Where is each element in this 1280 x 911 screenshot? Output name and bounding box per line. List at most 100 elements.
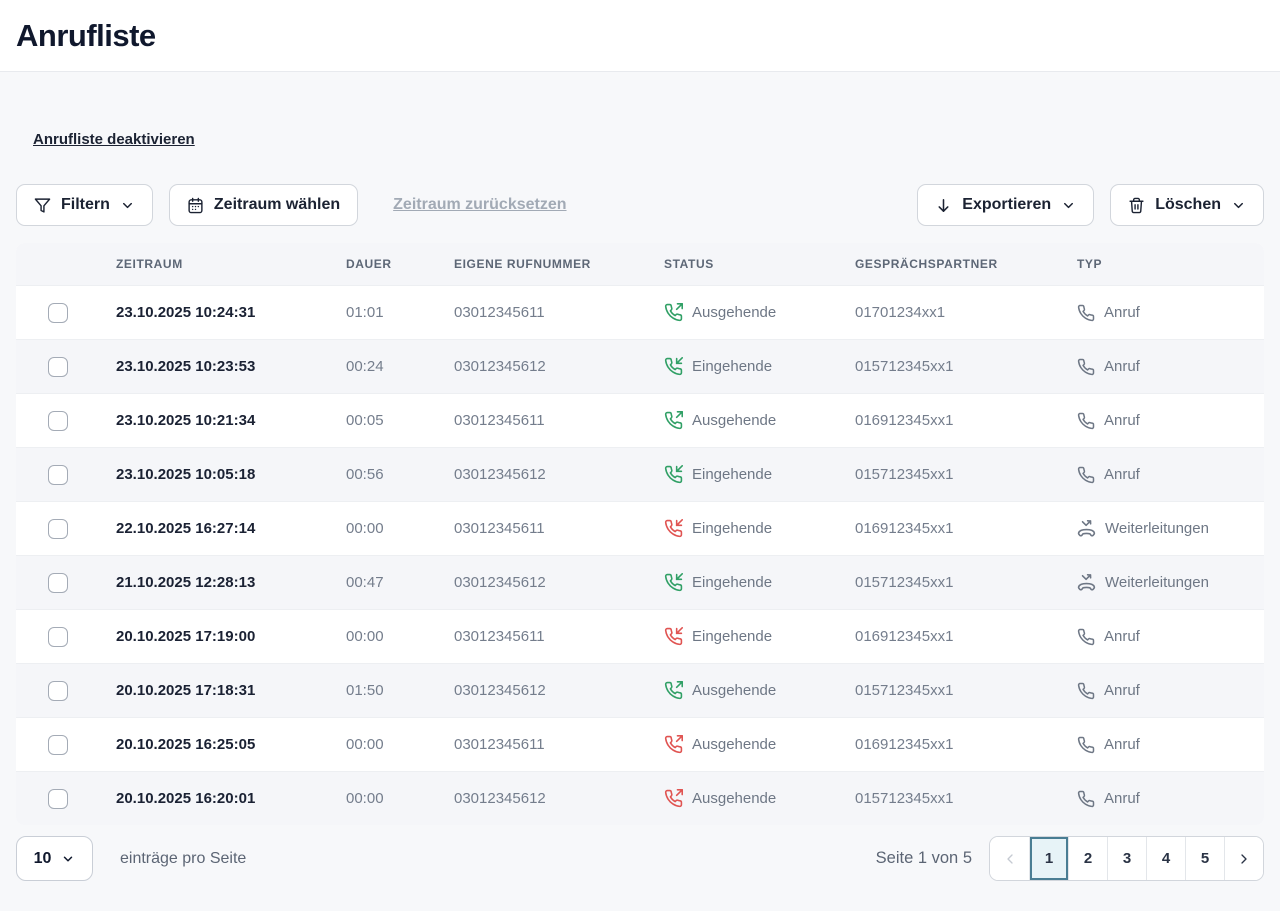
cell-zeitraum: 21.10.2025 12:28:13: [116, 574, 346, 591]
cell-status: Eingehende: [664, 627, 855, 646]
column-header-zeitraum: ZEITRAUM: [116, 257, 346, 271]
row-checkbox[interactable]: [48, 303, 68, 323]
toolbar: Filtern Zeitraum wählen Zeitraum zurücks…: [16, 184, 1264, 226]
download-arrow-icon: [935, 197, 952, 214]
pagination-next-button[interactable]: [1224, 837, 1263, 880]
typ-label: Anruf: [1104, 466, 1140, 483]
date-range-button[interactable]: Zeitraum wählen: [169, 184, 358, 226]
cell-dauer: 00:24: [346, 358, 454, 375]
pagination-page-5[interactable]: 5: [1185, 837, 1224, 880]
row-select-cell: [16, 735, 116, 755]
typ-label: Weiterleitungen: [1105, 574, 1209, 591]
phone-incoming-icon: [664, 357, 683, 376]
calendar-icon: [187, 197, 204, 214]
cell-eigene-rufnummer: 03012345611: [454, 412, 664, 429]
status-label: Ausgehende: [692, 682, 776, 699]
table-row: 22.10.2025 16:27:1400:0003012345611Einge…: [16, 501, 1264, 555]
phone-incoming-icon: [664, 573, 683, 592]
deactivate-call-list-link[interactable]: Anrufliste deaktivieren: [33, 131, 195, 148]
main-content: Anrufliste deaktivieren Filtern Zeitraum…: [0, 72, 1280, 901]
pagination-page-4[interactable]: 4: [1146, 837, 1185, 880]
phone-icon: [1077, 358, 1095, 376]
table-row: 20.10.2025 17:18:3101:5003012345612Ausge…: [16, 663, 1264, 717]
cell-eigene-rufnummer: 03012345612: [454, 682, 664, 699]
cell-status: Eingehende: [664, 573, 855, 592]
page-info-text: Seite 1 von 5: [876, 849, 972, 868]
phone-outgoing-icon: [664, 735, 683, 754]
page-number-label: 4: [1162, 850, 1170, 867]
status-label: Eingehende: [692, 574, 772, 591]
row-checkbox[interactable]: [48, 735, 68, 755]
typ-label: Anruf: [1104, 628, 1140, 645]
table-row: 20.10.2025 16:25:0500:0003012345611Ausge…: [16, 717, 1264, 771]
row-select-cell: [16, 303, 116, 323]
phone-incoming-icon: [664, 465, 683, 484]
row-select-cell: [16, 789, 116, 809]
pagination-prev-button[interactable]: [990, 837, 1029, 880]
pagination-page-2[interactable]: 2: [1068, 837, 1107, 880]
cell-zeitraum: 20.10.2025 17:19:00: [116, 628, 346, 645]
phone-incoming-icon: [664, 627, 683, 646]
row-checkbox[interactable]: [48, 627, 68, 647]
cell-typ: Anruf: [1077, 790, 1264, 808]
phone-forwarded-icon: [1077, 573, 1096, 592]
entries-per-page-label: einträge pro Seite: [120, 850, 246, 868]
cell-dauer: 00:47: [346, 574, 454, 591]
cell-eigene-rufnummer: 03012345611: [454, 304, 664, 321]
cell-dauer: 00:05: [346, 412, 454, 429]
export-button[interactable]: Exportieren: [917, 184, 1094, 226]
phone-icon: [1077, 412, 1095, 430]
row-checkbox[interactable]: [48, 519, 68, 539]
cell-gespraechspartner: 015712345xx1: [855, 682, 1077, 699]
typ-label: Anruf: [1104, 358, 1140, 375]
cell-typ: Weiterleitungen: [1077, 573, 1264, 592]
pagination-page-1[interactable]: 1: [1029, 837, 1068, 880]
export-button-label: Exportieren: [962, 196, 1051, 214]
status-label: Ausgehende: [692, 736, 776, 753]
filter-button[interactable]: Filtern: [16, 184, 153, 226]
row-checkbox[interactable]: [48, 573, 68, 593]
cell-typ: Anruf: [1077, 736, 1264, 754]
column-header-gespraechspartner: GESPRÄCHSPARTNER: [855, 257, 1077, 271]
cell-zeitraum: 20.10.2025 17:18:31: [116, 682, 346, 699]
row-checkbox[interactable]: [48, 357, 68, 377]
row-checkbox[interactable]: [48, 681, 68, 701]
cell-dauer: 01:01: [346, 304, 454, 321]
phone-icon: [1077, 466, 1095, 484]
cell-status: Eingehende: [664, 465, 855, 484]
pagination-page-3[interactable]: 3: [1107, 837, 1146, 880]
typ-label: Anruf: [1104, 412, 1140, 429]
row-checkbox[interactable]: [48, 789, 68, 809]
cell-dauer: 00:00: [346, 628, 454, 645]
phone-outgoing-icon: [664, 681, 683, 700]
cell-typ: Weiterleitungen: [1077, 519, 1264, 538]
row-checkbox[interactable]: [48, 411, 68, 431]
call-list-table: ZEITRAUM DAUER EIGENE RUFNUMMER STATUS G…: [16, 243, 1264, 825]
date-range-button-label: Zeitraum wählen: [214, 196, 340, 214]
table-row: 20.10.2025 16:20:0100:0003012345612Ausge…: [16, 771, 1264, 825]
cell-typ: Anruf: [1077, 466, 1264, 484]
chevron-left-icon: [1002, 851, 1018, 867]
table-row: 23.10.2025 10:23:5300:2403012345612Einge…: [16, 339, 1264, 393]
row-select-cell: [16, 465, 116, 485]
cell-eigene-rufnummer: 03012345612: [454, 574, 664, 591]
pagination: 12345: [989, 836, 1264, 881]
typ-label: Weiterleitungen: [1105, 520, 1209, 537]
cell-gespraechspartner: 01701234xx1: [855, 304, 1077, 321]
phone-outgoing-icon: [664, 789, 683, 808]
status-label: Eingehende: [692, 358, 772, 375]
cell-zeitraum: 23.10.2025 10:21:34: [116, 412, 346, 429]
delete-button[interactable]: Löschen: [1110, 184, 1264, 226]
cell-status: Ausgehende: [664, 411, 855, 430]
cell-typ: Anruf: [1077, 358, 1264, 376]
row-checkbox[interactable]: [48, 465, 68, 485]
phone-icon: [1077, 682, 1095, 700]
status-label: Eingehende: [692, 520, 772, 537]
table-header-row: ZEITRAUM DAUER EIGENE RUFNUMMER STATUS G…: [16, 243, 1264, 285]
cell-zeitraum: 23.10.2025 10:24:31: [116, 304, 346, 321]
delete-button-label: Löschen: [1155, 196, 1221, 214]
table-row: 23.10.2025 10:05:1800:5603012345612Einge…: [16, 447, 1264, 501]
cell-dauer: 00:00: [346, 736, 454, 753]
entries-per-page-select[interactable]: 10: [16, 836, 93, 881]
reset-date-range-link[interactable]: Zeitraum zurücksetzen: [393, 196, 566, 214]
